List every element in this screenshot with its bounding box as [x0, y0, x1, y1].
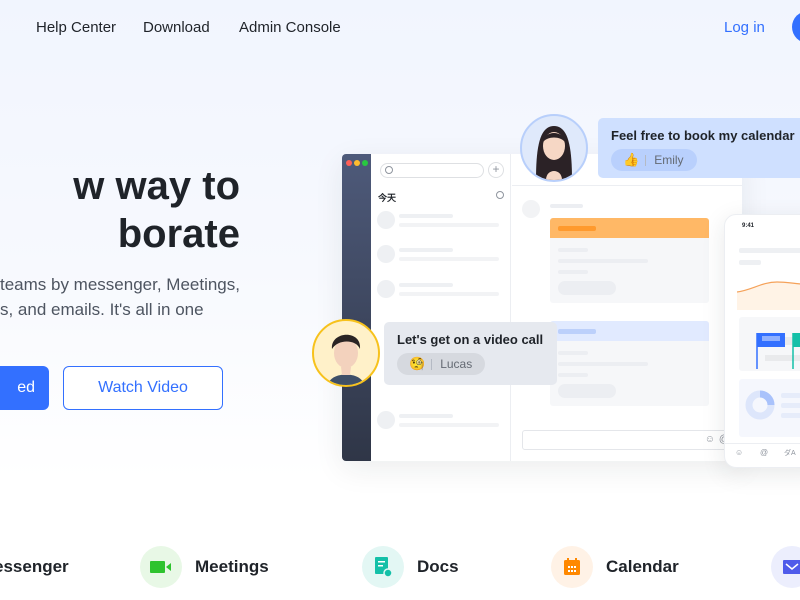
feature-label: Meetings — [195, 557, 269, 576]
add-icon[interactable]: + — [488, 162, 504, 178]
nav-help-center[interactable]: Help Center — [36, 19, 116, 36]
emily-message-text: Feel free to book my calendar — [611, 128, 795, 143]
hero-title: w way to borate — [0, 162, 240, 258]
window-close-dot — [346, 160, 352, 166]
message-card-blue — [550, 321, 709, 406]
window-minimize-dot — [354, 160, 360, 166]
docs-icon — [362, 546, 404, 588]
phone-mockup: 9:41 ☺ @ ダA — [724, 214, 800, 468]
lucas-message-text: Let's get on a video call — [397, 332, 544, 347]
trend-chart-icon — [737, 281, 800, 310]
person-icon — [328, 334, 364, 385]
chat-area: ☺ @ — [512, 154, 742, 461]
chat-list-panel: + 今天 — [371, 154, 511, 461]
video-camera-icon — [140, 546, 182, 588]
phone-flags-panel — [739, 317, 800, 371]
lucas-name: Lucas — [440, 357, 473, 371]
sender-name-placeholder — [550, 204, 583, 208]
hero-subtitle-line1: teams by messenger, Meetings, — [0, 275, 240, 294]
phone-emoji-icon[interactable]: ☺ — [735, 448, 743, 457]
feature-meetings[interactable]: Meetings — [140, 546, 269, 588]
login-link[interactable]: Log in — [724, 19, 765, 36]
feature-calendar[interactable]: Calendar — [551, 546, 679, 588]
thinking-face-icon: 🧐 — [409, 356, 426, 371]
emily-reaction-chip[interactable]: 👍 Emily — [611, 149, 697, 171]
collapse-icon[interactable] — [496, 191, 504, 199]
window-maximize-dot — [362, 160, 368, 166]
feature-label: Calendar — [606, 557, 679, 576]
emily-avatar — [520, 114, 588, 182]
emoji-icon[interactable]: ☺ — [705, 434, 715, 445]
lucas-reaction-chip[interactable]: 🧐 Lucas — [397, 353, 486, 375]
mail-icon — [771, 546, 800, 588]
get-started-button[interactable]: ed — [0, 366, 49, 410]
search-icon — [385, 166, 393, 174]
phone-mention-icon[interactable]: @ — [760, 448, 768, 457]
calendar-icon — [551, 546, 593, 588]
person-icon — [536, 126, 572, 180]
watch-video-button[interactable]: Watch Video — [63, 366, 223, 410]
message-composer-input[interactable]: ☺ @ — [522, 430, 732, 450]
list-item[interactable] — [377, 411, 507, 431]
flag-icon — [756, 333, 800, 369]
nav-cta-button[interactable] — [792, 11, 800, 43]
phone-donut-panel — [739, 379, 800, 437]
list-item[interactable] — [377, 211, 507, 231]
nav-admin-console[interactable]: Admin Console — [239, 19, 341, 36]
donut-chart-icon — [745, 390, 775, 420]
phone-translate-icon[interactable]: ダA — [784, 448, 796, 458]
feature-label: Docs — [417, 557, 459, 576]
hero-subtitle: teams by messenger, Meetings, s, and ema… — [0, 272, 240, 322]
list-item[interactable] — [377, 245, 507, 265]
sender-avatar — [522, 200, 540, 218]
lucas-avatar — [312, 319, 380, 387]
hero-title-line2: borate — [117, 212, 240, 256]
app-sidebar-rail — [342, 154, 371, 461]
phone-text-placeholder — [739, 260, 761, 265]
phone-time: 9:41 — [742, 223, 755, 229]
phone-text-placeholder — [739, 248, 800, 253]
thumbs-up-icon: 👍 — [623, 152, 640, 167]
app-mockup-window: + 今天 ☺ @ — [342, 154, 742, 461]
chat-search-input[interactable] — [380, 163, 484, 178]
feature-label: essenger — [0, 557, 69, 576]
list-section-label: 今天 — [378, 193, 397, 203]
feature-docs[interactable]: Docs — [362, 546, 459, 588]
list-item[interactable] — [377, 280, 507, 300]
hero-subtitle-line2: s, and emails. It's all in one — [0, 300, 204, 319]
emily-name: Emily — [654, 153, 684, 167]
nav-download[interactable]: Download — [143, 19, 210, 36]
lucas-message-bubble: Let's get on a video call 🧐 Lucas — [384, 322, 557, 385]
feature-messenger[interactable]: essenger — [0, 546, 69, 588]
message-card-orange — [550, 218, 709, 303]
feature-mail[interactable] — [771, 546, 800, 588]
hero-title-line1: w way to — [73, 164, 240, 208]
emily-message-bubble: Feel free to book my calendar 👍 Emily — [598, 118, 800, 178]
